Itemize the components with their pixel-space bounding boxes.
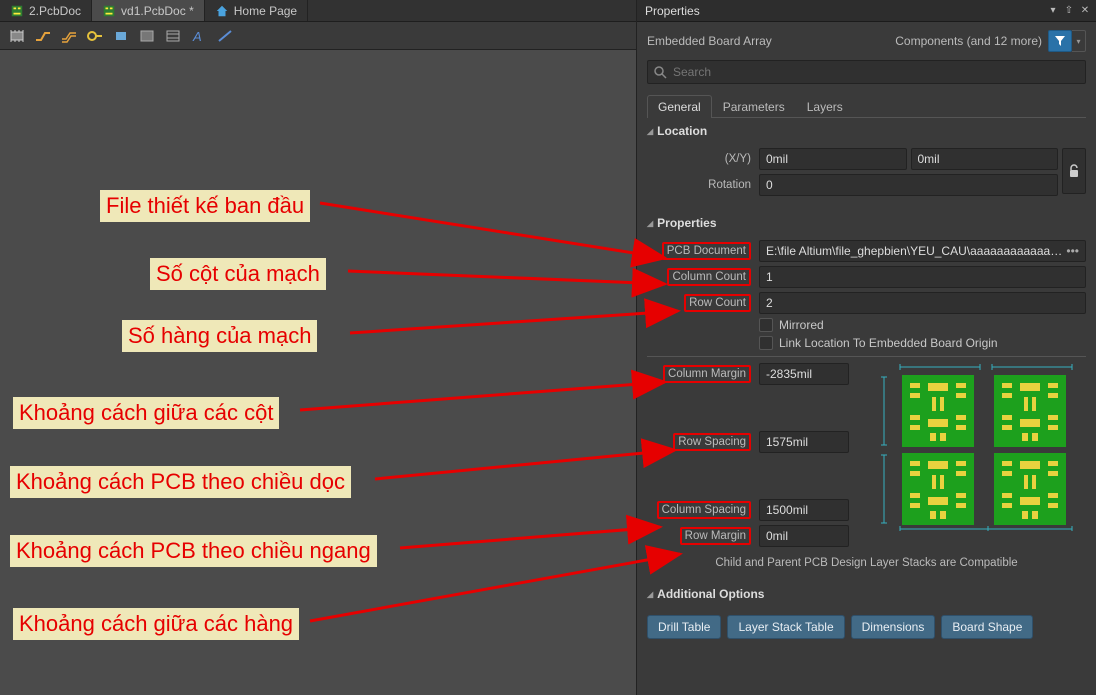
- panel-title: Properties: [645, 4, 700, 18]
- row-spacing-input[interactable]: 1575mil: [759, 431, 849, 453]
- diff-route-tool[interactable]: [56, 24, 82, 48]
- row-spacing-label: Row Spacing: [673, 433, 751, 451]
- panel-menu-icon[interactable]: ▾: [1046, 4, 1060, 18]
- panel-titlebar: Properties ▾ ⇧ ✕: [637, 0, 1096, 22]
- column-spacing-input[interactable]: 1500mil: [759, 499, 849, 521]
- polygon-icon: [164, 28, 182, 44]
- route-tool[interactable]: [30, 24, 56, 48]
- section-additional[interactable]: Additional Options: [637, 581, 1096, 607]
- search-icon: [654, 66, 667, 79]
- row-margin-input[interactable]: 0mil: [759, 525, 849, 547]
- ic-icon: [8, 28, 26, 44]
- annotation-4: Khoảng cách giữa các cột: [13, 397, 279, 429]
- line-tool[interactable]: [212, 24, 238, 48]
- pcb-file-icon: [10, 4, 24, 18]
- polygon-tool[interactable]: [160, 24, 186, 48]
- home-icon: [215, 4, 229, 18]
- column-margin-input[interactable]: -2835mil: [759, 363, 849, 385]
- fill-icon: [138, 28, 156, 44]
- section-properties[interactable]: Properties: [637, 210, 1096, 236]
- text-icon: A: [190, 28, 208, 44]
- spacing-diagram: [872, 363, 1077, 523]
- search-input[interactable]: [673, 65, 1079, 79]
- pad-tool[interactable]: [108, 24, 134, 48]
- ic-tool[interactable]: [4, 24, 30, 48]
- row-count-label: Row Count: [684, 294, 751, 312]
- pcb-document-label: PCB Document: [662, 242, 751, 260]
- text-tool[interactable]: A: [186, 24, 212, 48]
- rotation-input[interactable]: 0: [759, 174, 1058, 196]
- tab-general[interactable]: General: [647, 95, 712, 118]
- via-icon: [86, 28, 104, 44]
- properties-panel: Properties ▾ ⇧ ✕ Embedded Board Array Co…: [636, 0, 1096, 695]
- column-margin-label: Column Margin: [663, 365, 751, 383]
- compat-message: Child and Parent PCB Design Layer Stacks…: [647, 551, 1086, 571]
- link-origin-checkbox[interactable]: [759, 336, 773, 350]
- tab-2pcbdoc[interactable]: 2.PcbDoc: [0, 0, 92, 21]
- panel-pin-icon[interactable]: ⇧: [1062, 4, 1076, 18]
- x-input[interactable]: 0mil: [759, 148, 907, 170]
- tab-label: vd1.PcbDoc *: [121, 4, 194, 18]
- annotation-1: File thiết kế ban đầu: [100, 190, 310, 222]
- annotation-5: Khoảng cách PCB theo chiều dọc: [10, 466, 351, 498]
- section-location[interactable]: Location: [637, 118, 1096, 144]
- panel-tabs: General Parameters Layers: [647, 94, 1086, 118]
- panel-close-icon[interactable]: ✕: [1078, 4, 1092, 18]
- lock-button[interactable]: [1062, 148, 1086, 194]
- annotation-2: Số cột của mạch: [150, 258, 326, 290]
- annotation-6: Khoảng cách PCB theo chiều ngang: [10, 535, 377, 567]
- dimensions-button[interactable]: Dimensions: [851, 615, 936, 639]
- fill-tool[interactable]: [134, 24, 160, 48]
- column-spacing-label: Column Spacing: [657, 501, 751, 519]
- tab-vd1pcbdoc[interactable]: vd1.PcbDoc *: [92, 0, 205, 21]
- via-tool[interactable]: [82, 24, 108, 48]
- layer-stack-table-button[interactable]: Layer Stack Table: [727, 615, 844, 639]
- row-count-input[interactable]: 2: [759, 292, 1086, 314]
- drill-table-button[interactable]: Drill Table: [647, 615, 721, 639]
- link-origin-label: Link Location To Embedded Board Origin: [779, 336, 998, 350]
- tab-layers[interactable]: Layers: [796, 95, 854, 118]
- funnel-icon: [1054, 35, 1066, 47]
- browse-ellipsis[interactable]: •••: [1062, 244, 1079, 258]
- board-shape-button[interactable]: Board Shape: [941, 615, 1033, 639]
- mirrored-label: Mirrored: [779, 318, 824, 332]
- filter-button[interactable]: [1048, 30, 1072, 52]
- tab-label: Home Page: [234, 4, 297, 18]
- unlock-icon: [1068, 164, 1080, 178]
- tab-label: 2.PcbDoc: [29, 4, 81, 18]
- filter-dropdown[interactable]: ▾: [1072, 30, 1086, 52]
- object-type: Embedded Board Array: [647, 34, 772, 48]
- annotation-3: Số hàng của mạch: [122, 320, 317, 352]
- mirrored-checkbox[interactable]: [759, 318, 773, 332]
- tab-parameters[interactable]: Parameters: [712, 95, 796, 118]
- y-input[interactable]: 0mil: [911, 148, 1059, 170]
- pcb-file-icon: [102, 4, 116, 18]
- tab-homepage[interactable]: Home Page: [205, 0, 308, 21]
- column-count-label: Column Count: [667, 268, 751, 286]
- route-icon: [34, 28, 52, 44]
- editor-canvas[interactable]: [0, 50, 636, 695]
- pcb-document-input[interactable]: E:\file Altium\file_ghepbien\YEU_CAU\aaa…: [759, 240, 1086, 262]
- line-icon: [216, 28, 234, 44]
- xy-label: (X/Y): [647, 153, 759, 165]
- pad-icon: [112, 28, 130, 44]
- rotation-label: Rotation: [647, 179, 759, 191]
- annotation-7: Khoảng cách giữa các hàng: [13, 608, 299, 640]
- diagram-svg: [872, 363, 1077, 531]
- column-count-input[interactable]: 1: [759, 266, 1086, 288]
- row-margin-label: Row Margin: [680, 527, 751, 545]
- search-box[interactable]: [647, 60, 1086, 84]
- filter-summary: Components (and 12 more): [895, 34, 1042, 48]
- diff-route-icon: [60, 28, 78, 44]
- svg-text:A: A: [192, 29, 202, 44]
